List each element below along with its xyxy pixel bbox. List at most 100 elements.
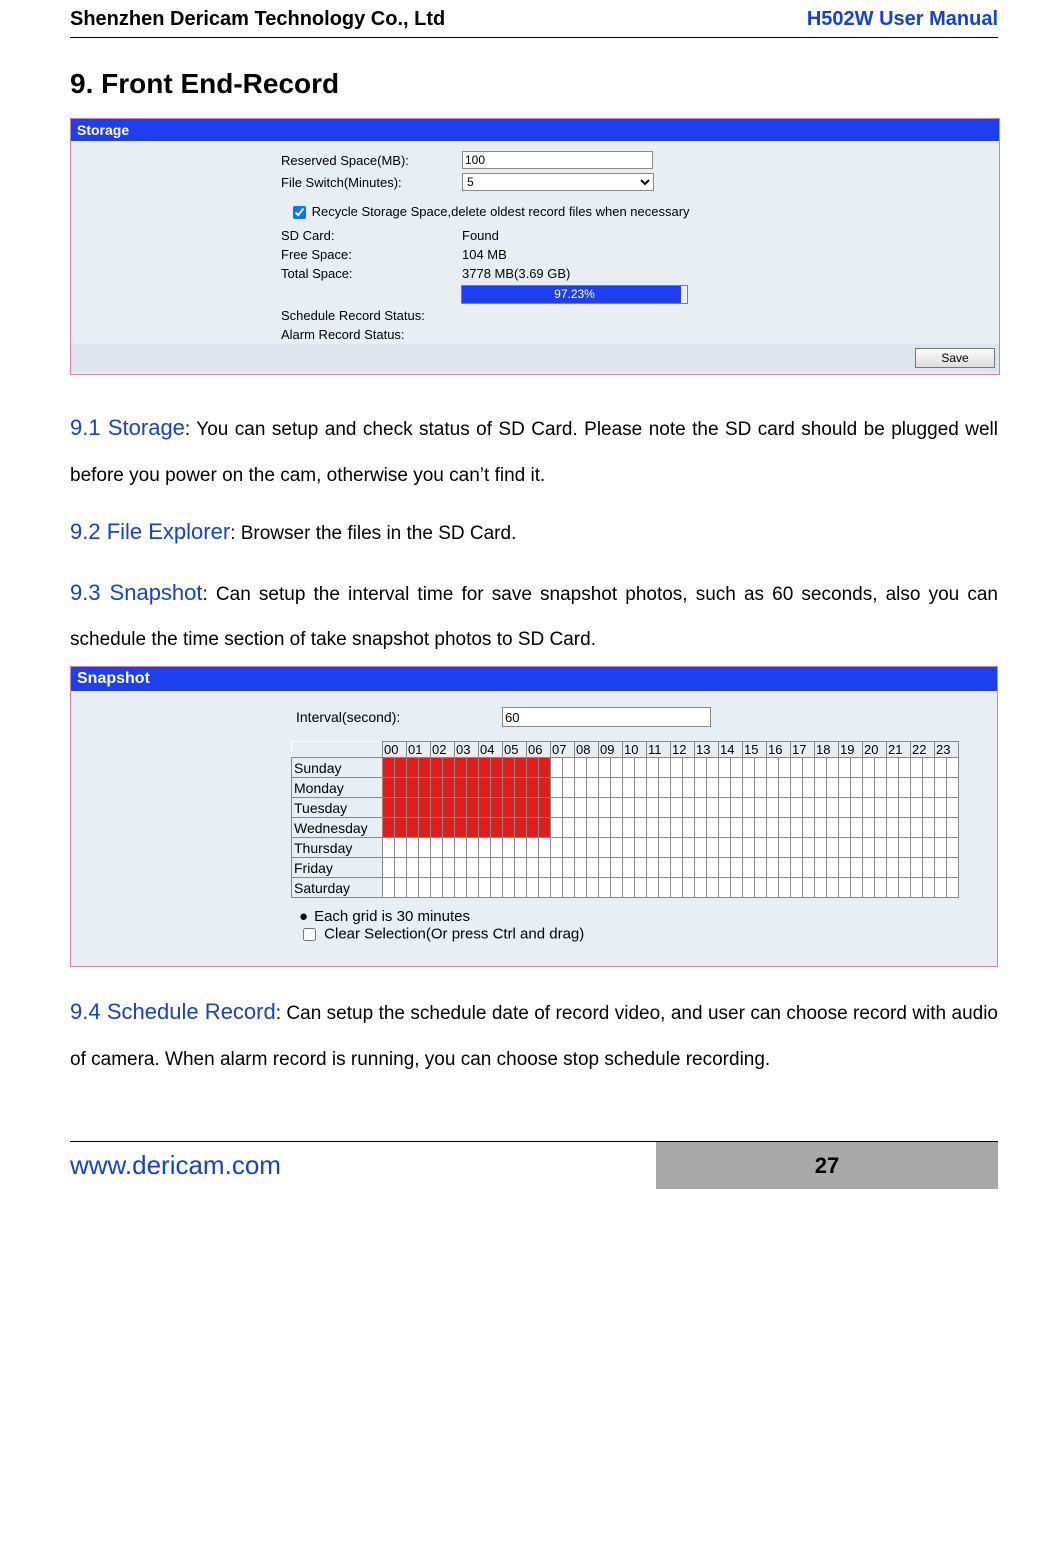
schedule-cell[interactable] xyxy=(611,758,623,778)
schedule-cell[interactable] xyxy=(431,878,443,898)
schedule-cell[interactable] xyxy=(779,858,791,878)
schedule-cell[interactable] xyxy=(671,778,683,798)
schedule-cell[interactable] xyxy=(695,778,707,798)
schedule-cell[interactable] xyxy=(803,758,815,778)
schedule-cell[interactable] xyxy=(623,778,635,798)
schedule-cell[interactable] xyxy=(503,858,515,878)
schedule-cell[interactable] xyxy=(827,798,839,818)
schedule-cell[interactable] xyxy=(395,818,407,838)
schedule-cell[interactable] xyxy=(491,798,503,818)
schedule-cell[interactable] xyxy=(719,798,731,818)
schedule-cell[interactable] xyxy=(899,818,911,838)
schedule-cell[interactable] xyxy=(875,838,887,858)
schedule-cell[interactable] xyxy=(671,838,683,858)
schedule-cell[interactable] xyxy=(455,818,467,838)
schedule-cell[interactable] xyxy=(383,798,395,818)
schedule-cell[interactable] xyxy=(731,878,743,898)
schedule-cell[interactable] xyxy=(755,858,767,878)
schedule-cell[interactable] xyxy=(707,818,719,838)
schedule-cell[interactable] xyxy=(947,878,959,898)
schedule-cell[interactable] xyxy=(683,818,695,838)
schedule-cell[interactable] xyxy=(947,838,959,858)
schedule-cell[interactable] xyxy=(839,758,851,778)
schedule-cell[interactable] xyxy=(635,838,647,858)
schedule-cell[interactable] xyxy=(815,858,827,878)
schedule-cell[interactable] xyxy=(827,838,839,858)
schedule-cell[interactable] xyxy=(935,858,947,878)
schedule-cell[interactable] xyxy=(479,758,491,778)
schedule-cell[interactable] xyxy=(551,818,563,838)
schedule-cell[interactable] xyxy=(671,758,683,778)
schedule-cell[interactable] xyxy=(479,818,491,838)
schedule-cell[interactable] xyxy=(419,798,431,818)
schedule-cell[interactable] xyxy=(455,798,467,818)
schedule-cell[interactable] xyxy=(707,838,719,858)
schedule-cell[interactable] xyxy=(515,798,527,818)
schedule-cell[interactable] xyxy=(407,818,419,838)
schedule-cell[interactable] xyxy=(407,858,419,878)
schedule-cell[interactable] xyxy=(527,778,539,798)
schedule-cell[interactable] xyxy=(911,838,923,858)
save-button[interactable]: Save xyxy=(915,348,995,368)
schedule-cell[interactable] xyxy=(683,838,695,858)
schedule-cell[interactable] xyxy=(731,778,743,798)
schedule-cell[interactable] xyxy=(803,838,815,858)
schedule-cell[interactable] xyxy=(683,798,695,818)
schedule-cell[interactable] xyxy=(491,878,503,898)
schedule-cell[interactable] xyxy=(467,778,479,798)
schedule-cell[interactable] xyxy=(707,778,719,798)
schedule-cell[interactable] xyxy=(539,878,551,898)
schedule-cell[interactable] xyxy=(659,878,671,898)
schedule-cell[interactable] xyxy=(467,758,479,778)
schedule-cell[interactable] xyxy=(863,838,875,858)
schedule-cell[interactable] xyxy=(803,858,815,878)
schedule-cell[interactable] xyxy=(623,858,635,878)
schedule-cell[interactable] xyxy=(575,758,587,778)
schedule-cell[interactable] xyxy=(539,778,551,798)
schedule-cell[interactable] xyxy=(779,838,791,858)
schedule-cell[interactable] xyxy=(407,758,419,778)
schedule-cell[interactable] xyxy=(791,878,803,898)
schedule-cell[interactable] xyxy=(719,818,731,838)
schedule-cell[interactable] xyxy=(719,878,731,898)
schedule-cell[interactable] xyxy=(539,758,551,778)
schedule-cell[interactable] xyxy=(575,818,587,838)
schedule-cell[interactable] xyxy=(779,798,791,818)
schedule-cell[interactable] xyxy=(419,878,431,898)
schedule-cell[interactable] xyxy=(731,758,743,778)
schedule-cell[interactable] xyxy=(719,778,731,798)
schedule-cell[interactable] xyxy=(887,798,899,818)
schedule-cell[interactable] xyxy=(515,778,527,798)
schedule-cell[interactable] xyxy=(695,758,707,778)
schedule-cell[interactable] xyxy=(827,818,839,838)
schedule-cell[interactable] xyxy=(467,878,479,898)
schedule-cell[interactable] xyxy=(899,798,911,818)
schedule-cell[interactable] xyxy=(743,878,755,898)
schedule-cell[interactable] xyxy=(923,798,935,818)
schedule-cell[interactable] xyxy=(791,838,803,858)
schedule-cell[interactable] xyxy=(899,838,911,858)
schedule-cell[interactable] xyxy=(623,838,635,858)
schedule-cell[interactable] xyxy=(887,818,899,838)
schedule-cell[interactable] xyxy=(767,818,779,838)
schedule-cell[interactable] xyxy=(551,838,563,858)
clear-selection-checkbox[interactable] xyxy=(303,928,316,941)
schedule-cell[interactable] xyxy=(875,858,887,878)
schedule-cell[interactable] xyxy=(863,858,875,878)
schedule-cell[interactable] xyxy=(407,838,419,858)
schedule-cell[interactable] xyxy=(527,878,539,898)
schedule-cell[interactable] xyxy=(431,778,443,798)
schedule-cell[interactable] xyxy=(539,858,551,878)
schedule-cell[interactable] xyxy=(395,778,407,798)
schedule-cell[interactable] xyxy=(419,778,431,798)
schedule-cell[interactable] xyxy=(443,818,455,838)
schedule-cell[interactable] xyxy=(683,858,695,878)
schedule-cell[interactable] xyxy=(887,878,899,898)
schedule-cell[interactable] xyxy=(443,778,455,798)
schedule-cell[interactable] xyxy=(827,778,839,798)
schedule-cell[interactable] xyxy=(875,818,887,838)
schedule-cell[interactable] xyxy=(587,858,599,878)
schedule-cell[interactable] xyxy=(743,818,755,838)
schedule-cell[interactable] xyxy=(611,858,623,878)
schedule-cell[interactable] xyxy=(755,758,767,778)
